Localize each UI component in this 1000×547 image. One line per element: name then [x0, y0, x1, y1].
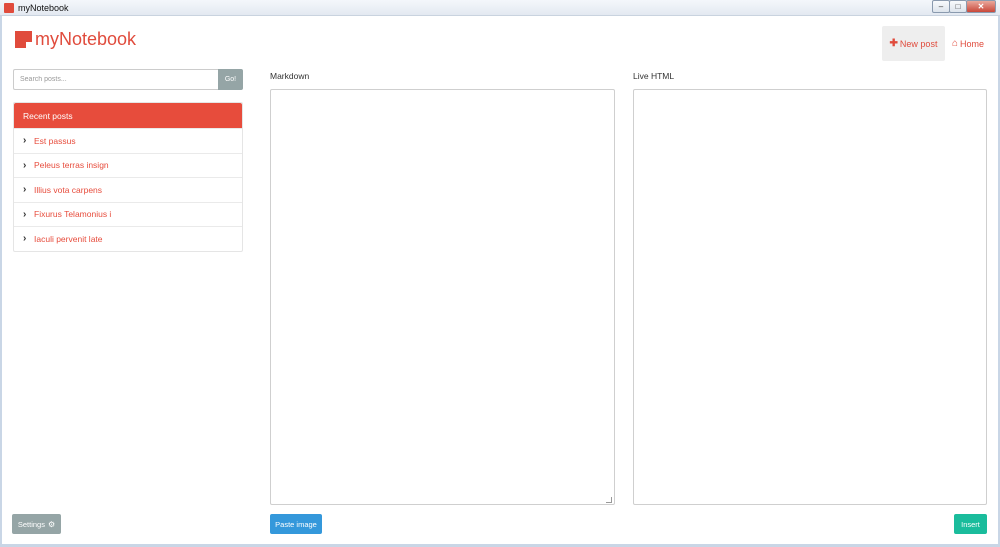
recent-posts-heading: Recent posts — [14, 103, 242, 128]
insert-button[interactable]: Insert — [954, 514, 987, 534]
live-html-preview — [633, 89, 987, 505]
recent-post-item[interactable]: › Fixurus Telamonius i — [14, 201, 242, 227]
new-post-label: New post — [899, 38, 938, 49]
recent-posts-panel: Recent posts › Est passus › Peleus terra… — [13, 102, 243, 252]
paste-image-button[interactable]: Paste image — [270, 514, 322, 534]
recent-post-item[interactable]: › Iaculi pervenit late — [14, 226, 242, 251]
chevron-right-icon: › — [23, 184, 27, 196]
home-link[interactable]: ⌂ Home — [952, 26, 984, 61]
recent-post-link[interactable]: Peleus terras insign — [34, 160, 109, 170]
recent-post-item[interactable]: › Illius vota carpens — [14, 177, 242, 202]
gear-icon: ⚙ — [47, 519, 56, 529]
recent-post-link[interactable]: Est passus — [34, 136, 76, 146]
recent-post-link[interactable]: Iaculi pervenit late — [34, 234, 103, 244]
markdown-label: Markdown — [270, 71, 310, 81]
home-icon: ⌂ — [952, 38, 959, 49]
brand-name: myNotebook — [35, 29, 137, 49]
window-frame-left — [0, 16, 2, 547]
maximize-button[interactable]: □ — [949, 0, 967, 13]
notebook-logo-icon — [15, 31, 32, 48]
home-label: Home — [960, 38, 985, 49]
live-html-label: Live HTML — [633, 71, 675, 81]
window-title: myNotebook — [18, 3, 69, 13]
recent-post-item[interactable]: › Est passus — [14, 128, 242, 153]
chevron-right-icon: › — [23, 233, 27, 245]
app-icon — [4, 3, 14, 13]
recent-post-link[interactable]: Fixurus Telamonius i — [34, 209, 111, 219]
recent-post-link[interactable]: Illius vota carpens — [34, 185, 102, 195]
search-group: Go! — [13, 69, 243, 90]
new-post-link[interactable]: ✚ New post — [882, 26, 945, 61]
plus-icon: ✚ — [889, 38, 898, 49]
markdown-editor[interactable] — [270, 89, 615, 505]
chevron-right-icon: › — [23, 159, 27, 171]
search-go-button[interactable]: Go! — [218, 69, 243, 90]
settings-button[interactable]: Settings ⚙ — [12, 514, 61, 534]
settings-label: Settings — [17, 519, 45, 529]
resize-grip-icon[interactable] — [606, 497, 612, 503]
minimize-button[interactable]: – — [932, 0, 950, 13]
window-titlebar: myNotebook – □ ✕ — [0, 0, 1000, 16]
close-button[interactable]: ✕ — [966, 0, 996, 13]
search-input[interactable] — [13, 69, 218, 90]
chevron-right-icon: › — [23, 208, 27, 220]
recent-post-item[interactable]: › Peleus terras insign — [14, 152, 242, 178]
brand[interactable]: myNotebook — [15, 29, 136, 50]
window-controls: – □ ✕ — [932, 0, 996, 13]
chevron-right-icon: › — [23, 135, 27, 147]
